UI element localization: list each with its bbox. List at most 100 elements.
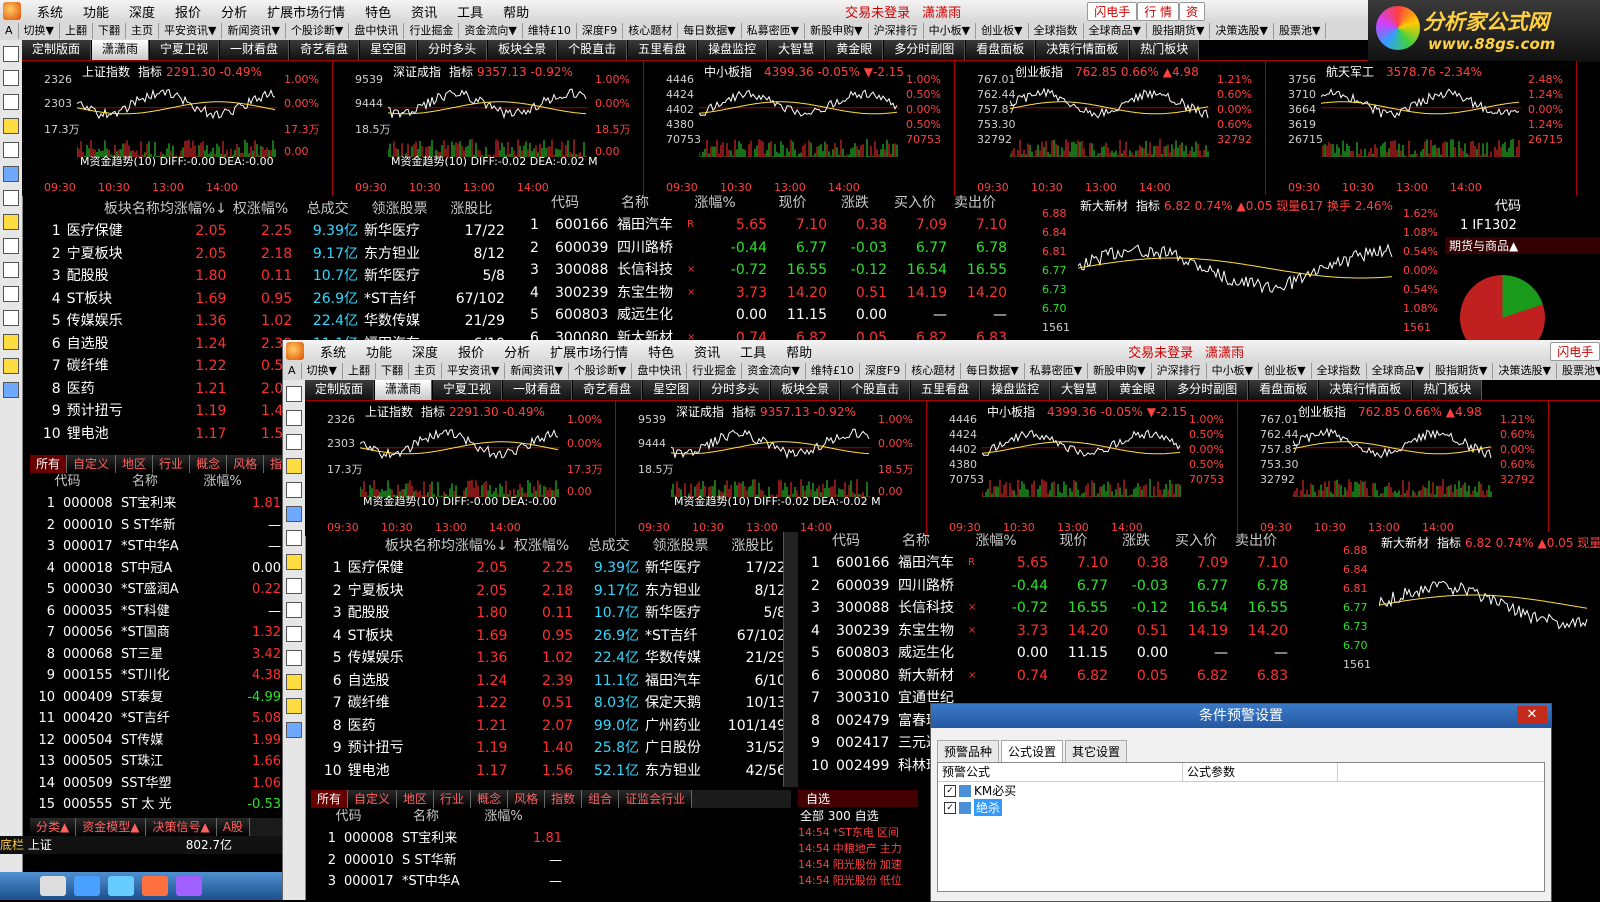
menu-depth[interactable]: 深度 bbox=[119, 2, 165, 21]
tab-formula-settings[interactable]: 公式设置 bbox=[1001, 740, 1064, 762]
toolbar-button[interactable]: 创业板▼ bbox=[976, 23, 1029, 39]
people-icon[interactable] bbox=[286, 674, 302, 690]
toolbar-button[interactable]: 行业掘金 bbox=[404, 23, 460, 39]
category-tab[interactable]: 决策信号▲ bbox=[146, 818, 217, 836]
table-row[interactable]: 15 000555 ST 太 光 -0.53 bbox=[30, 794, 285, 816]
sector-col-header[interactable]: 总成交 bbox=[575, 535, 642, 557]
news-icon[interactable] bbox=[286, 530, 302, 546]
layout-tab[interactable]: 操盘监控 bbox=[981, 380, 1051, 400]
toolbar-button[interactable]: 上翻 bbox=[60, 23, 93, 39]
layout-tab[interactable]: 个股直击 bbox=[558, 40, 628, 60]
toolbar-button[interactable]: 股票池▼ bbox=[1274, 23, 1327, 39]
layout-tab[interactable]: 分时多头 bbox=[418, 40, 488, 60]
layout-tab[interactable]: 宁夏卫视 bbox=[150, 40, 220, 60]
f10-icon[interactable] bbox=[3, 166, 19, 182]
scrollbar[interactable] bbox=[783, 532, 798, 787]
toolbar-button[interactable]: 决策选股▼ bbox=[1210, 23, 1274, 39]
sector-col-header[interactable]: 总成交 bbox=[294, 198, 361, 220]
tick-row[interactable]: 14:54 *ST东电 区间 bbox=[798, 824, 918, 840]
search-icon[interactable] bbox=[286, 626, 302, 642]
stock-col-header[interactable]: 卖出价 bbox=[1226, 530, 1286, 552]
layout-tab[interactable]: 五里看盘 bbox=[911, 380, 981, 400]
grid-icon[interactable] bbox=[286, 410, 302, 426]
fiz-icon[interactable] bbox=[286, 578, 302, 594]
layout-tab[interactable]: 黄金眼 bbox=[1109, 380, 1167, 400]
toolbar-button[interactable]: 下翻 bbox=[376, 363, 409, 379]
table-row[interactable]: 4 300239 东宝生物 × 3.73 14.20 0.51 14.19 14.20 bbox=[530, 282, 1030, 305]
chart-icon[interactable] bbox=[286, 434, 302, 450]
table-row[interactable]: 12 000504 ST传媒 1.99 bbox=[30, 730, 285, 752]
menu-info[interactable]: 资讯 bbox=[684, 342, 730, 361]
table-row[interactable]: 10 000409 ST泰复 -4.99 bbox=[30, 687, 285, 709]
layout-tab[interactable]: 多分时副图 bbox=[884, 40, 966, 60]
calc-icon[interactable] bbox=[3, 310, 19, 326]
toolbar-button[interactable]: 切换▼ bbox=[19, 23, 60, 39]
index-panel[interactable]: 深证成指 指标 9357.13 -0.92% 9539 9444 18.5万 1.00% 0.… bbox=[333, 61, 644, 196]
sector-col-header[interactable]: 涨股比 bbox=[438, 198, 505, 220]
toolbar-button[interactable]: 平安资讯▼ bbox=[159, 23, 223, 39]
table-row[interactable]: 7 碳纤维 1.22 0.51 8.03亿保定天鹅 10/13 bbox=[321, 692, 786, 715]
tab-other-settings[interactable]: 其它设置 bbox=[1065, 740, 1128, 762]
table-row[interactable]: 6 300080 新大新材 × 0.74 6.82 0.05 6.82 6.83 bbox=[811, 665, 1331, 688]
table-row[interactable]: 5 传媒娱乐 1.36 1.02 22.4亿 华数传媒 21/29 bbox=[40, 310, 505, 333]
toolbar-button[interactable]: 沪深排行 bbox=[1152, 363, 1207, 379]
formula-list[interactable]: 预警公式 公式参数 ✓ KM必买 ✓ 绝杀 bbox=[937, 762, 1545, 892]
table-row[interactable]: 4 000018 ST中冠A 0.00 bbox=[30, 558, 285, 580]
pencil-icon[interactable] bbox=[3, 358, 19, 374]
toolbar-button[interactable]: 每日数据▼ bbox=[961, 363, 1025, 379]
futures-row[interactable]: 1 IF1302 bbox=[1445, 218, 1600, 233]
candle-icon[interactable] bbox=[3, 118, 19, 134]
f10-icon[interactable] bbox=[286, 506, 302, 522]
table-row[interactable]: 11 000420 *ST吉纤 5.08 bbox=[30, 708, 285, 730]
menu-system[interactable]: 系统 bbox=[27, 2, 73, 21]
sector-col-header[interactable]: 权涨幅% bbox=[227, 198, 294, 220]
table-row[interactable]: 5 000030 *ST盛润A 0.22 bbox=[30, 579, 285, 601]
index-panel[interactable]: 创业板指 762.85 0.66% ▲4.98 767.01 762.44 757.87… bbox=[955, 61, 1266, 196]
sector-col-header[interactable]: 领涨股票 bbox=[361, 198, 438, 220]
layout-tab[interactable]: 多分时副图 bbox=[1167, 380, 1249, 400]
stock-col-header[interactable]: 现价 bbox=[1041, 530, 1106, 552]
stock-col-header[interactable]: 代码 bbox=[530, 192, 600, 214]
layout-tab[interactable]: 大智慧 bbox=[768, 40, 826, 60]
login-status[interactable]: 交易未登录 bbox=[1122, 342, 1199, 361]
sector-col-header[interactable]: 均涨幅%↓ bbox=[441, 535, 508, 557]
stock-col-header[interactable]: 买入价 bbox=[1166, 530, 1226, 552]
table-row[interactable]: 3 300088 长信科技 × -0.72 16.55 -0.12 16.54 16.55 bbox=[530, 259, 1030, 282]
login-status[interactable]: 交易未登录 bbox=[839, 2, 916, 21]
formula-item[interactable]: ✓ 绝杀 bbox=[938, 799, 1544, 816]
toolbar-button[interactable]: 维特£10 bbox=[523, 23, 577, 39]
toolbar-button[interactable]: 个股诊断▼ bbox=[569, 363, 633, 379]
layout-tab[interactable]: 决策行情面板 bbox=[1036, 40, 1130, 60]
table-row[interactable]: 6 自选股 1.24 2.39 11.1亿福田汽车 6/10 bbox=[321, 670, 786, 693]
table-row[interactable]: 5 600803 威远生化 0.00 11.15 0.00 — — bbox=[530, 304, 1030, 327]
table-row[interactable]: 5 传媒娱乐 1.36 1.02 22.4亿 华数传媒 21/29 bbox=[321, 647, 786, 670]
index-panel[interactable]: 中小板指 4399.36 -0.05% ▼-2.15 4446 4424 4402 438… bbox=[644, 61, 955, 196]
futures-title[interactable]: 期货与商品▲ bbox=[1445, 237, 1600, 254]
sector-col-header[interactable]: 板块名称 bbox=[40, 198, 160, 220]
st-col-header[interactable]: 名称 bbox=[105, 471, 185, 493]
table-row[interactable]: 2 600039 四川路桥 -0.44 6.77 -0.03 6.77 6.78 bbox=[530, 237, 1030, 260]
stock-col-header[interactable]: 卖出价 bbox=[945, 192, 1005, 214]
stock-col-header[interactable]: 代码 bbox=[811, 530, 881, 552]
table-row[interactable]: 3 000017 *ST中华A — bbox=[30, 536, 285, 558]
menu-ext-market[interactable]: 扩展市场行情 bbox=[257, 2, 355, 21]
toolbar-button[interactable]: 平安资讯▼ bbox=[442, 363, 506, 379]
table-icon[interactable] bbox=[286, 482, 302, 498]
table-row[interactable]: 2 000010 S ST华新 — bbox=[30, 515, 285, 537]
menu-special[interactable]: 特色 bbox=[355, 2, 401, 21]
stock-col-header[interactable]: 涨幅% bbox=[670, 192, 760, 214]
people-icon[interactable] bbox=[3, 334, 19, 350]
table-row[interactable]: 1 000008 ST宝利来 1.81 bbox=[311, 828, 791, 850]
browser-icon[interactable] bbox=[74, 876, 100, 896]
toolbar-button[interactable]: 新股申购▼ bbox=[1088, 363, 1152, 379]
layout-tab[interactable]: 决策行情面板 bbox=[1319, 380, 1413, 400]
st-col-header[interactable]: 涨幅% bbox=[185, 471, 260, 493]
table-row[interactable]: 1 医疗保健 2.05 2.25 9.39亿 新华医疗 17/22 bbox=[40, 220, 505, 243]
toolbar-button[interactable]: 股指期货▼ bbox=[1147, 23, 1211, 39]
note-icon[interactable] bbox=[3, 214, 19, 230]
menu-ext-market[interactable]: 扩展市场行情 bbox=[540, 342, 638, 361]
flash-button[interactable]: 闪电手 bbox=[1087, 1, 1138, 21]
col-formula-params[interactable]: 公式参数 bbox=[1183, 763, 1338, 781]
toolbar-button[interactable]: 私募密匝▼ bbox=[1025, 363, 1089, 379]
table-row[interactable]: 5 600803 威远生化 0.00 11.15 0.00 — — bbox=[811, 642, 1331, 665]
